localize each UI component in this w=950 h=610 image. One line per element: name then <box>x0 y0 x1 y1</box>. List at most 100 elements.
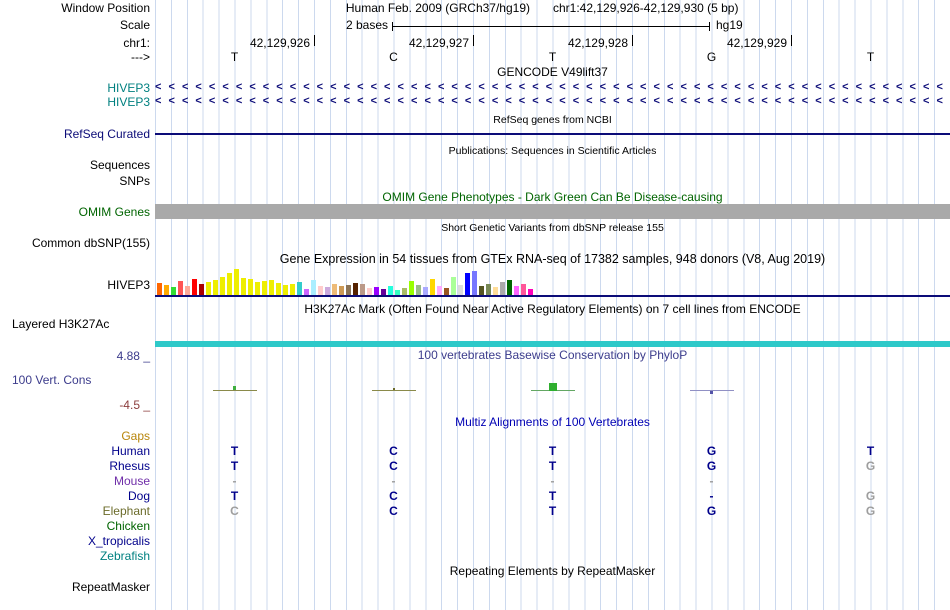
gtex-tissue-bar <box>178 281 183 295</box>
species-label-mouse[interactable]: Mouse <box>0 474 150 488</box>
alignment-base[interactable]: G <box>703 459 721 473</box>
alignment-base[interactable]: C <box>226 504 244 518</box>
phylop-baseline-segment[interactable] <box>371 390 416 391</box>
alignment-base[interactable]: G <box>862 459 880 473</box>
phylop-tick <box>548 383 557 391</box>
gtex-tissue-bar <box>290 284 295 295</box>
alignment-base[interactable]: T <box>544 504 562 518</box>
reference-base-letter: T <box>230 50 239 64</box>
gtex-tissue-bar <box>402 288 407 295</box>
ruler-number[interactable]: 42,129,928 <box>520 36 628 50</box>
ruler-number[interactable]: 42,129,926 <box>202 36 310 50</box>
gtex-tissue-bar <box>199 284 204 295</box>
gtex-tissue-bar <box>493 287 498 295</box>
alignment-base[interactable]: - <box>544 474 562 488</box>
ruler-number[interactable]: 42,129,927 <box>361 36 469 50</box>
phylop-tick <box>232 386 236 390</box>
ruler-tick <box>473 35 474 46</box>
gtex-tissue-bar <box>437 286 442 295</box>
gtex-tissue-bar <box>157 283 162 295</box>
alignment-base[interactable]: G <box>862 504 880 518</box>
alignment-base[interactable]: T <box>862 444 880 458</box>
gtex-tissue-bar <box>206 282 211 295</box>
gtex-tissue-bar <box>227 273 232 295</box>
species-label-gaps[interactable]: Gaps <box>0 429 150 443</box>
species-label-zebrafish[interactable]: Zebrafish <box>0 549 150 563</box>
alignment-base[interactable]: T <box>544 459 562 473</box>
reference-base-letter: G <box>706 50 717 64</box>
ruler-number[interactable]: 42,129,929 <box>679 36 787 50</box>
gtex-tissue-bar <box>451 277 456 295</box>
alignment-base[interactable]: C <box>385 489 403 503</box>
alignment-base[interactable]: C <box>385 504 403 518</box>
gtex-tissue-bar <box>381 289 386 295</box>
phylop-baseline-segment[interactable] <box>212 390 257 391</box>
gtex-tissue-bar <box>220 277 225 295</box>
species-label-x_tropicalis[interactable]: X_tropicalis <box>0 534 150 548</box>
gtex-tissue-bar <box>297 282 302 295</box>
alignment-base[interactable]: T <box>226 489 244 503</box>
alignment-base[interactable]: T <box>544 489 562 503</box>
gtex-tissue-bar <box>213 280 218 295</box>
gtex-tissue-bar <box>367 288 372 295</box>
alignment-base[interactable]: T <box>226 444 244 458</box>
gtex-tissue-bar <box>171 287 176 295</box>
gencode-transcript-row[interactable]: <<<<<<<<<<<<<<<<<<<<<<<<<<<<<<<<<<<<<<<<… <box>155 81 950 94</box>
species-label-rhesus[interactable]: Rhesus <box>0 459 150 473</box>
species-label-human[interactable]: Human <box>0 444 150 458</box>
gtex-tissue-bar <box>388 286 393 295</box>
alignment-base[interactable]: G <box>703 444 721 458</box>
gtex-tissue-bar <box>346 285 351 295</box>
reference-base-letter: T <box>866 50 875 64</box>
gtex-tissue-bar <box>255 282 260 295</box>
gtex-tissue-bar <box>339 286 344 295</box>
alignment-base[interactable]: - <box>226 474 244 488</box>
alignment-base[interactable]: C <box>385 444 403 458</box>
alignment-base[interactable]: G <box>862 489 880 503</box>
alignment-base[interactable]: G <box>703 504 721 518</box>
species-label-column: Gaps Human Rhesus Mouse Dog Elephant Chicken X_… <box>0 0 150 610</box>
alignment-base[interactable]: T <box>226 459 244 473</box>
gtex-tissue-bar <box>248 279 253 295</box>
gtex-tissue-bar <box>514 286 519 295</box>
alignment-base[interactable]: C <box>385 459 403 473</box>
gtex-tissue-bar <box>332 284 337 295</box>
gtex-bar-chart[interactable] <box>157 265 537 295</box>
reference-base-letter: T <box>548 50 557 64</box>
alignment-base[interactable]: T <box>544 444 562 458</box>
gtex-tissue-bar <box>472 271 477 295</box>
ruler-tick <box>791 35 792 46</box>
gtex-tissue-bar <box>416 285 421 295</box>
species-label-elephant[interactable]: Elephant <box>0 504 150 518</box>
alignment-base[interactable]: - <box>703 489 721 503</box>
gtex-tissue-bar <box>409 281 414 295</box>
gtex-tissue-bar <box>262 281 267 295</box>
gtex-tissue-bar <box>353 283 358 295</box>
gtex-tissue-bar <box>283 285 288 295</box>
ucsc-genome-browser: Window Position Human Feb. 2009 (GRCh37/… <box>0 0 950 610</box>
alignment-base[interactable]: - <box>385 474 403 488</box>
ruler-tick <box>314 35 315 46</box>
gtex-tissue-bar <box>528 289 533 295</box>
gtex-tissue-bar <box>185 286 190 295</box>
gtex-tissue-bar <box>507 280 512 295</box>
gtex-tissue-bar <box>430 279 435 295</box>
species-label-chicken[interactable]: Chicken <box>0 519 150 533</box>
gtex-tissue-bar <box>311 280 316 295</box>
ruler-tick <box>632 35 633 46</box>
species-label-dog[interactable]: Dog <box>0 489 150 503</box>
alignment-base[interactable]: - <box>703 474 721 488</box>
gtex-tissue-bar <box>318 286 323 295</box>
track-content-area: 42,129,926 42,129,927 42,129,928 42,129,929… <box>155 0 950 610</box>
gtex-tissue-bar <box>325 287 330 295</box>
phylop-tick <box>392 388 395 390</box>
gtex-tissue-bar <box>360 284 365 295</box>
gencode-transcript-row[interactable]: <<<<<<<<<<<<<<<<<<<<<<<<<<<<<<<<<<<<<<<<… <box>155 95 950 108</box>
gtex-tissue-bar <box>423 287 428 295</box>
gtex-tissue-bar <box>395 290 400 295</box>
reference-base-letter: C <box>389 50 398 64</box>
gtex-tissue-bar <box>234 269 239 295</box>
gtex-tissue-bar <box>458 285 463 295</box>
gtex-tissue-bar <box>521 284 526 295</box>
gtex-tissue-bar <box>444 288 449 295</box>
